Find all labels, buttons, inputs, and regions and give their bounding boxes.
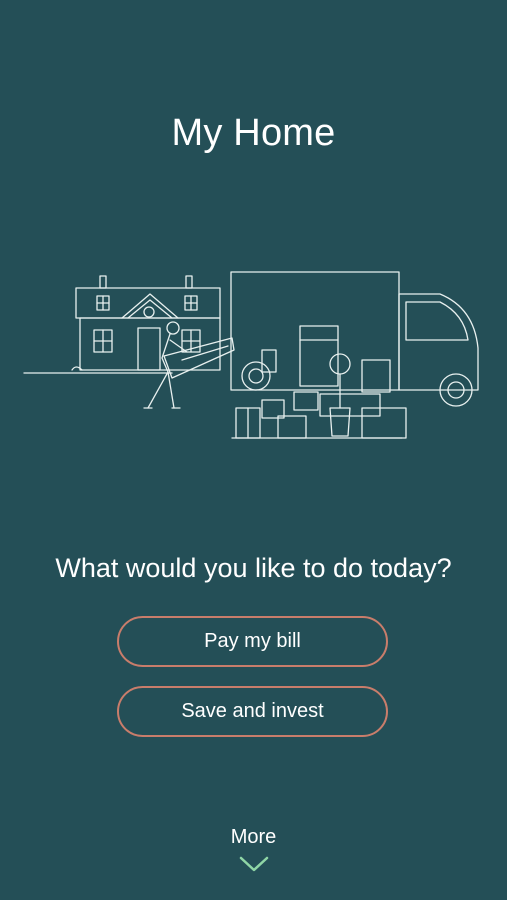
pay-bill-button[interactable]: Pay my bill (117, 616, 388, 667)
page-title: My Home (171, 112, 336, 154)
more-link[interactable]: More (0, 826, 507, 873)
save-invest-button[interactable]: Save and invest (117, 686, 388, 737)
chevron-down-icon (239, 856, 268, 872)
moving-house-illustration (23, 271, 479, 439)
prompt-question: What would you like to do today? (55, 553, 452, 583)
more-label: More (230, 826, 277, 848)
